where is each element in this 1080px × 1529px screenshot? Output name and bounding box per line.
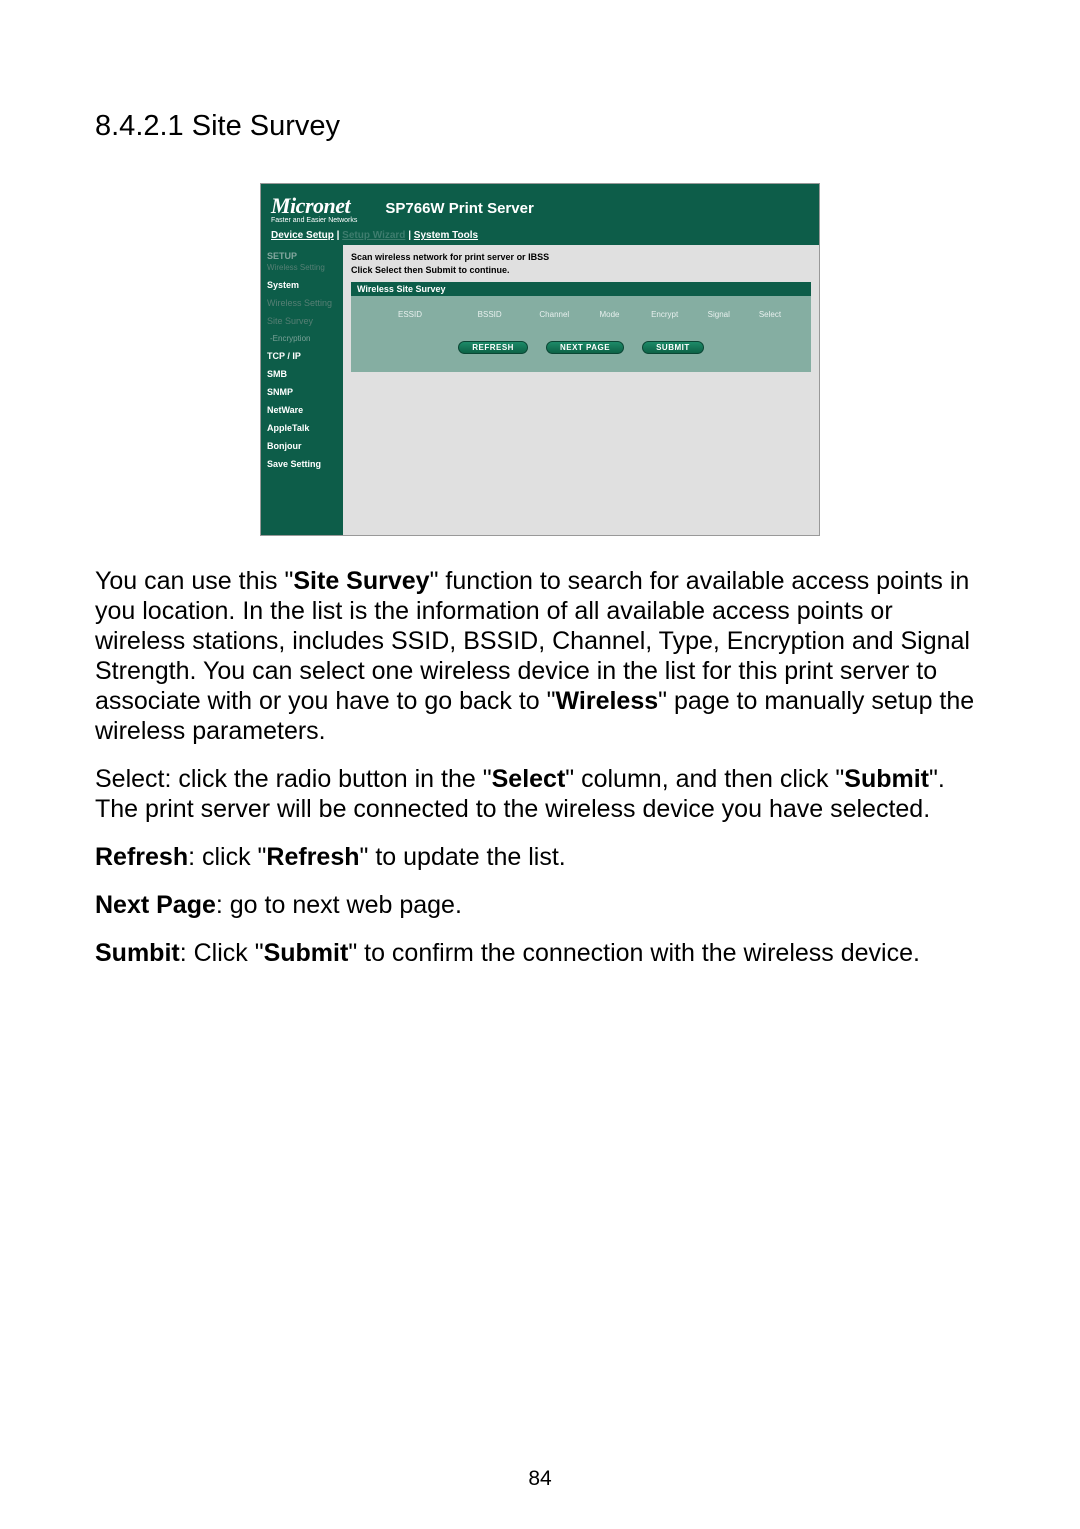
sidebar-item-site-survey[interactable]: Site Survey [267,316,337,326]
admin-screenshot: Micronet Faster and Easier Networks SP76… [260,183,820,536]
survey-table-header: ESSID BSSID Channel Mode Encrypt Signal … [361,310,801,319]
paragraph-4: Next Page: go to next web page. [95,890,985,920]
sidebar-item-save-setting[interactable]: Save Setting [267,459,337,469]
admin-instructions: Scan wireless network for print server o… [351,251,811,276]
paragraph-2: Select: click the radio button in the "S… [95,764,985,824]
topnav-device-setup[interactable]: Device Setup [271,230,334,241]
submit-button[interactable]: SUBMIT [642,341,704,354]
admin-header: Micronet Faster and Easier Networks SP76… [261,184,819,228]
sidebar-heading: SETUP [267,251,337,261]
sidebar-item-bonjour[interactable]: Bonjour [267,441,337,451]
next-page-button[interactable]: NEXT PAGE [546,341,624,354]
admin-topnav: Device Setup | Setup Wizard | System Too… [261,228,819,245]
refresh-button[interactable]: REFRESH [458,341,528,354]
sidebar-item-system[interactable]: System [267,280,337,290]
sidebar-item-tcpip[interactable]: TCP / IP [267,351,337,361]
brand-logo: Micronet Faster and Easier Networks [271,193,357,224]
sidebar-item-netware[interactable]: NetWare [267,405,337,415]
sidebar-item-encryption[interactable]: -Encryption [267,334,337,343]
sidebar-item-wireless-setting[interactable]: Wireless Setting [267,298,337,308]
col-signal: Signal [702,310,736,319]
col-mode: Mode [591,310,627,319]
site-survey-panel: ESSID BSSID Channel Mode Encrypt Signal … [351,296,811,372]
doc-body: You can use this "Site Survey" function … [95,566,985,968]
admin-sidebar: SETUP Wireless Setting System Wireless S… [261,245,343,535]
sidebar-item-appletalk[interactable]: AppleTalk [267,423,337,433]
col-bssid: BSSID [462,310,517,319]
col-channel: Channel [534,310,574,319]
paragraph-3: Refresh: click "Refresh" to update the l… [95,842,985,872]
sidebar-item-smb[interactable]: SMB [267,369,337,379]
topnav-setup-wizard[interactable]: Setup Wizard [342,230,405,241]
paragraph-1: You can use this "Site Survey" function … [95,566,985,746]
admin-main: Scan wireless network for print server o… [343,245,819,535]
sidebar-item-snmp[interactable]: SNMP [267,387,337,397]
panel-heading: Wireless Site Survey [351,282,811,296]
col-select: Select [753,310,787,319]
col-essid: ESSID [375,310,445,319]
topnav-system-tools[interactable]: System Tools [414,230,478,241]
survey-buttons: REFRESH NEXT PAGE SUBMIT [361,341,801,354]
admin-title: SP766W Print Server [385,200,533,217]
section-heading: 8.4.2.1 Site Survey [95,110,985,143]
page-number: 84 [0,1467,1080,1491]
sidebar-subheading: Wireless Setting [267,263,337,272]
paragraph-5: Sumbit: Click "Submit" to confirm the co… [95,938,985,968]
col-encrypt: Encrypt [645,310,685,319]
